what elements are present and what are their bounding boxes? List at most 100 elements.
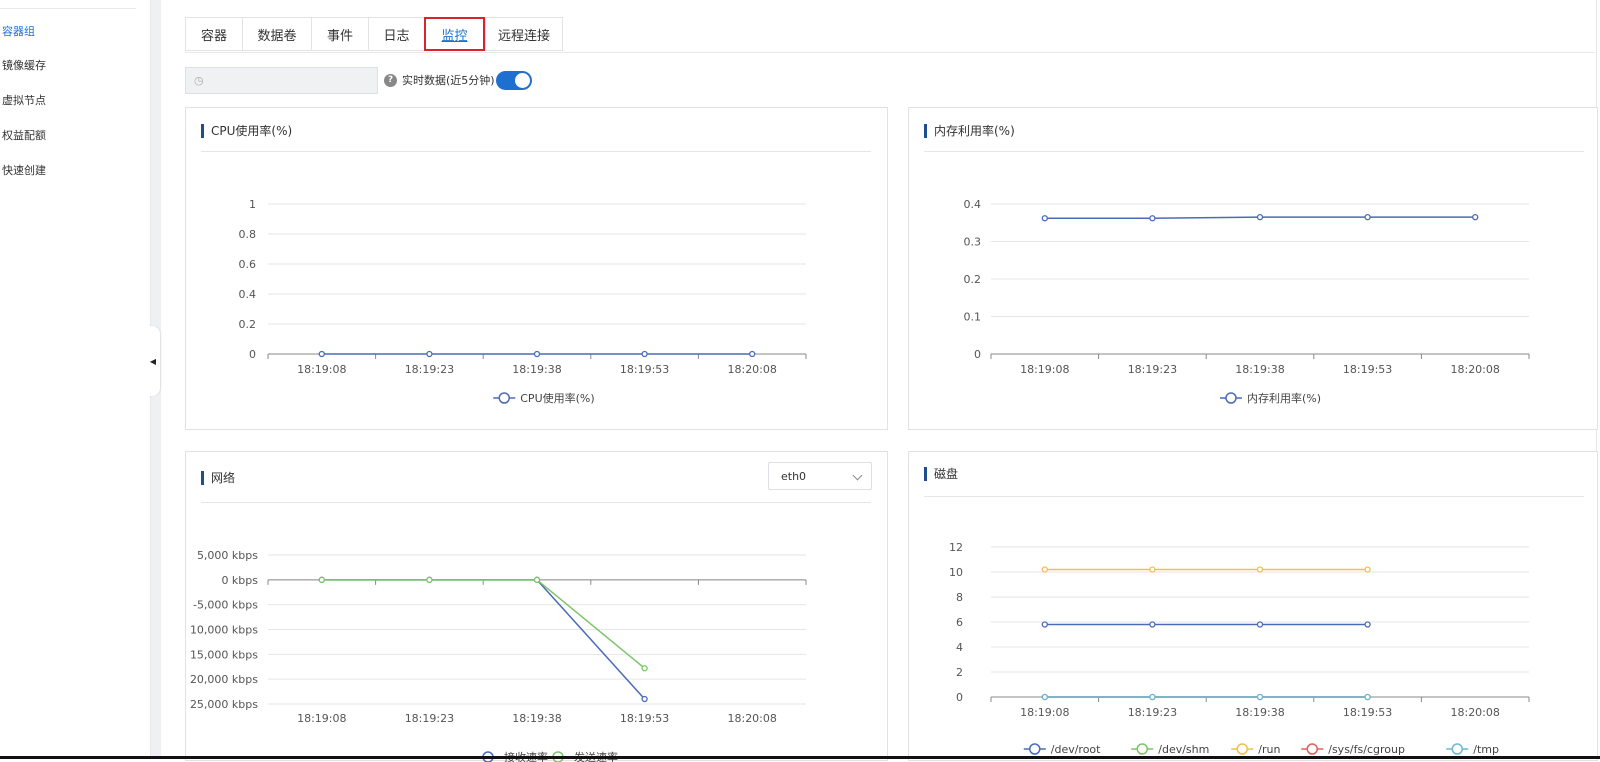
legend-marker	[1236, 743, 1248, 755]
y-tick-label: 20,000 kbps	[190, 673, 258, 686]
legend-label: /dev/shm	[1158, 743, 1209, 756]
disk-chart: 0 2 4 6 8 10 12 18:19:08 18:19:23 18:19:38 18:19:5…	[949, 541, 1530, 756]
data-point	[1364, 566, 1371, 573]
x-tick-label: 18:19:23	[1128, 363, 1177, 376]
x-tick-label: 18:19:38	[1235, 706, 1284, 719]
data-point	[1041, 215, 1048, 222]
data-point	[1256, 621, 1264, 628]
data-point	[1256, 566, 1264, 573]
y-tick-label: 4	[956, 641, 963, 654]
memory-panel: 内存利用率(%) 0 0.1 0.2 0.3 0.4 18:19:08 18:19:23 18…	[908, 107, 1598, 430]
data-point	[641, 665, 648, 672]
y-tick-label: 15,000 kbps	[190, 648, 258, 661]
sidebar-collapse-button[interactable]: ◀	[146, 326, 160, 396]
chevron-down-icon	[852, 470, 863, 481]
legend-marker	[1029, 743, 1041, 755]
data-point	[1364, 621, 1371, 628]
tab-logs[interactable]: 日志	[368, 17, 424, 51]
data-point	[1149, 621, 1156, 628]
y-tick-label: 10	[949, 566, 963, 579]
y-tick-label: 0	[956, 691, 963, 704]
y-tick-label: 12	[949, 541, 963, 554]
data-point	[749, 350, 756, 358]
tab-remote-connect[interactable]: 远程连接	[485, 17, 563, 51]
y-tick-label: 0.2	[239, 318, 257, 331]
legend-marker	[1136, 743, 1148, 755]
x-tick-label: 18:20:08	[1450, 363, 1499, 376]
legend-label: /sys/fs/cgroup	[1328, 743, 1405, 756]
sidebar-item-pods[interactable]: 容器组	[2, 23, 35, 39]
help-icon[interactable]: ?	[384, 74, 397, 87]
data-point	[318, 350, 325, 358]
x-tick-label: 18:19:53	[1343, 706, 1392, 719]
time-range-picker[interactable]: ◷	[185, 67, 378, 94]
y-tick-label: 0.1	[964, 311, 982, 324]
legend-marker	[1451, 743, 1463, 755]
realtime-toggle[interactable]	[496, 71, 532, 90]
y-tick-label: 0.6	[239, 258, 257, 271]
tab-monitoring[interactable]: 监控	[424, 17, 485, 51]
data-point	[1041, 566, 1048, 573]
data-point	[1256, 693, 1264, 701]
y-tick-label: 0.8	[239, 228, 257, 241]
sidebar-item-quick-create[interactable]: 快速创建	[2, 162, 46, 178]
legend-label: /run	[1258, 743, 1280, 756]
data-point	[318, 576, 325, 583]
y-tick-label: 0.3	[964, 236, 982, 249]
sidebar-item-image-cache[interactable]: 镜像缓存	[2, 57, 46, 73]
data-point	[533, 576, 541, 583]
data-point	[426, 576, 433, 583]
y-tick-label: 8	[956, 591, 963, 604]
toggle-knob	[515, 73, 530, 88]
x-tick-label: 18:19:23	[405, 712, 454, 725]
x-tick-label: 18:20:08	[1450, 706, 1499, 719]
legend-label: CPU使用率(%)	[520, 391, 594, 405]
clock-icon: ◷	[194, 74, 204, 87]
sidebar-item-virtual-nodes[interactable]: 虚拟节点	[2, 92, 46, 108]
legend-marker	[498, 392, 510, 404]
y-tick-label: 6	[956, 616, 963, 629]
data-point	[1364, 213, 1371, 221]
tab-divider	[185, 52, 1595, 53]
interface-select[interactable]: eth0	[768, 462, 872, 490]
x-tick-label: 18:19:53	[620, 712, 669, 725]
tab-volumes[interactable]: 数据卷	[242, 17, 311, 51]
tab-containers[interactable]: 容器	[185, 17, 242, 51]
sidebar-item-quota[interactable]: 权益配额	[2, 127, 46, 143]
data-point	[1149, 215, 1156, 222]
legend-marker	[1306, 743, 1318, 755]
legend-label: /dev/root	[1051, 743, 1101, 756]
cpu-chart: 0 0.2 0.4 0.6 0.8 1 18:19:08 18:19:23 18:19:38 18…	[239, 198, 807, 405]
x-tick-label: 18:19:08	[1020, 363, 1069, 376]
data-point	[641, 695, 648, 703]
tab-events[interactable]: 事件	[311, 17, 368, 51]
data-point	[426, 350, 433, 358]
y-tick-label: 25,000 kbps	[190, 698, 258, 711]
data-point	[1256, 213, 1264, 221]
x-tick-label: 18:19:53	[620, 363, 669, 376]
realtime-label: 实时数据(近5分钟)	[402, 74, 495, 87]
network-panel: 网络 5,000 kbps 0 kbps -5,000 kbps 10,000 kbp…	[185, 451, 888, 762]
legend-label: 内存利用率(%)	[1247, 391, 1321, 405]
y-tick-label: 1	[249, 198, 256, 211]
y-tick-label: 10,000 kbps	[190, 624, 258, 637]
x-tick-label: 18:19:23	[1128, 706, 1177, 719]
data-point	[533, 350, 541, 358]
x-tick-label: 18:19:38	[1235, 363, 1284, 376]
sidebar: 容器组 镜像缓存 虚拟节点 权益配额 快速创建	[0, 0, 151, 759]
legend-label: /tmp	[1473, 743, 1499, 756]
y-tick-label: 0.2	[964, 273, 982, 286]
detail-tabs: 容器 数据卷 事件 日志 监控 远程连接	[185, 17, 563, 52]
x-tick-label: 18:20:08	[727, 363, 776, 376]
sidebar-divider	[0, 8, 136, 9]
legend-marker	[1225, 392, 1237, 404]
y-tick-label: 5,000 kbps	[197, 549, 258, 562]
memory-chart: 0 0.1 0.2 0.3 0.4 18:19:08 18:19:23 18:19:38 18:…	[964, 198, 1530, 405]
series-line	[321, 579, 646, 700]
data-point	[1472, 213, 1479, 221]
data-point	[1041, 693, 1048, 701]
disk-panel: 磁盘 0 2 4 6 8 10 12 18:19:08 18:19:23 18:19:38 18:1…	[908, 451, 1598, 761]
x-tick-label: 18:19:38	[512, 363, 561, 376]
data-point	[1041, 621, 1048, 628]
x-tick-label: 18:20:08	[727, 712, 776, 725]
